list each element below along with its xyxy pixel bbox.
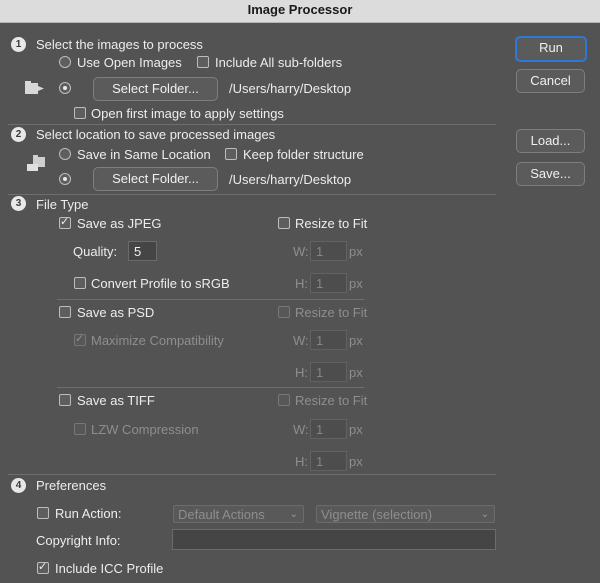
- save-same-location-radio[interactable]: [59, 148, 71, 160]
- copyright-input[interactable]: [172, 529, 496, 550]
- select-source-folder-button[interactable]: Select Folder...: [93, 77, 218, 101]
- save-as-jpeg-checkbox[interactable]: [59, 215, 71, 229]
- use-open-images-radio[interactable]: [59, 56, 71, 68]
- save-as-tiff-label[interactable]: Save as TIFF: [77, 393, 155, 408]
- lzw-compression-label[interactable]: LZW Compression: [91, 422, 199, 437]
- convert-srgb-checkbox[interactable]: [74, 277, 86, 289]
- quality-input[interactable]: 5: [128, 241, 157, 261]
- step-number-2: 2: [11, 127, 26, 142]
- select-destination-folder-button[interactable]: Select Folder...: [93, 167, 218, 191]
- include-icc-label[interactable]: Include ICC Profile: [55, 561, 163, 576]
- cancel-button[interactable]: Cancel: [516, 69, 585, 93]
- run-action-label[interactable]: Run Action:: [55, 506, 122, 521]
- psd-resize-checkbox[interactable]: [278, 306, 290, 318]
- action-set-value: Default Actions: [178, 507, 265, 522]
- tiff-width-input[interactable]: 1: [310, 419, 347, 439]
- source-folder-path: /Users/harry/Desktop: [229, 81, 352, 96]
- action-name-select[interactable]: Vignette (selection) ⌄: [316, 505, 495, 523]
- divider: [57, 387, 364, 388]
- step-number-1: 1: [11, 37, 26, 52]
- psd-height-input[interactable]: 1: [310, 362, 347, 382]
- include-icc-checkbox[interactable]: [37, 560, 49, 574]
- tiff-height-input[interactable]: 1: [310, 451, 347, 471]
- save-as-tiff-checkbox[interactable]: [59, 394, 71, 406]
- keep-folder-structure-checkbox[interactable]: [225, 148, 237, 160]
- section1-title: Select the images to process: [36, 37, 203, 52]
- load-button[interactable]: Load...: [516, 129, 585, 153]
- tiff-resize-label[interactable]: Resize to Fit: [295, 393, 367, 408]
- tiff-resize-checkbox[interactable]: [278, 394, 290, 406]
- jpeg-resize-checkbox[interactable]: [278, 217, 290, 229]
- divider: [57, 299, 364, 300]
- jpeg-height-unit: px: [349, 276, 363, 291]
- open-first-image-checkbox[interactable]: [74, 107, 86, 119]
- maximize-compat-checkbox[interactable]: [74, 332, 86, 346]
- step-number-4: 4: [11, 478, 26, 493]
- run-action-checkbox[interactable]: [37, 507, 49, 519]
- include-subfolders-checkbox[interactable]: [197, 56, 209, 68]
- convert-srgb-label[interactable]: Convert Profile to sRGB: [91, 276, 230, 291]
- destination-folder-path: /Users/harry/Desktop: [229, 172, 352, 187]
- action-set-select[interactable]: Default Actions ⌄: [173, 505, 304, 523]
- jpeg-width-label: W:: [293, 244, 309, 259]
- jpeg-height-label: H:: [295, 276, 308, 291]
- action-name-value: Vignette (selection): [321, 507, 433, 522]
- select-dest-folder-radio[interactable]: [59, 173, 71, 185]
- save-as-psd-checkbox[interactable]: [59, 306, 71, 318]
- tiff-height-unit: px: [349, 454, 363, 469]
- psd-width-label: W:: [293, 333, 309, 348]
- section4-title: Preferences: [36, 478, 107, 493]
- jpeg-width-input[interactable]: 1: [310, 241, 347, 261]
- run-button[interactable]: Run: [515, 36, 587, 62]
- tiff-width-unit: px: [349, 422, 363, 437]
- window-title: Image Processor: [0, 0, 600, 23]
- chevron-down-icon: ⌄: [480, 509, 489, 520]
- open-first-image-label[interactable]: Open first image to apply settings: [91, 106, 284, 121]
- tiff-height-label: H:: [295, 454, 308, 469]
- psd-height-unit: px: [349, 365, 363, 380]
- section3-title: File Type: [36, 197, 89, 212]
- psd-height-label: H:: [295, 365, 308, 380]
- lzw-compression-checkbox[interactable]: [74, 423, 86, 435]
- psd-resize-label[interactable]: Resize to Fit: [295, 305, 367, 320]
- jpeg-resize-label[interactable]: Resize to Fit: [295, 216, 367, 231]
- jpeg-width-unit: px: [349, 244, 363, 259]
- save-settings-button[interactable]: Save...: [516, 162, 585, 186]
- divider: [8, 474, 496, 475]
- psd-width-input[interactable]: 1: [310, 330, 347, 350]
- select-folder-radio[interactable]: [59, 82, 71, 94]
- save-as-jpeg-label[interactable]: Save as JPEG: [77, 216, 162, 231]
- use-open-images-label[interactable]: Use Open Images: [77, 55, 182, 70]
- folder-stack-icon: [27, 155, 45, 171]
- maximize-compat-label[interactable]: Maximize Compatibility: [91, 333, 224, 348]
- jpeg-height-input[interactable]: 1: [310, 273, 347, 293]
- quality-label: Quality:: [73, 244, 118, 259]
- folder-arrow-icon: [25, 81, 44, 94]
- tiff-width-label: W:: [293, 422, 309, 437]
- divider: [8, 124, 496, 125]
- keep-folder-structure-label[interactable]: Keep folder structure: [243, 147, 364, 162]
- divider: [8, 194, 496, 195]
- section2-title: Select location to save processed images: [36, 127, 276, 142]
- step-number-3: 3: [11, 196, 26, 211]
- save-as-psd-label[interactable]: Save as PSD: [77, 305, 154, 320]
- include-subfolders-label[interactable]: Include All sub-folders: [215, 55, 342, 70]
- psd-width-unit: px: [349, 333, 363, 348]
- copyright-label: Copyright Info:: [36, 533, 121, 548]
- save-same-location-label[interactable]: Save in Same Location: [77, 147, 211, 162]
- chevron-down-icon: ⌄: [289, 509, 298, 520]
